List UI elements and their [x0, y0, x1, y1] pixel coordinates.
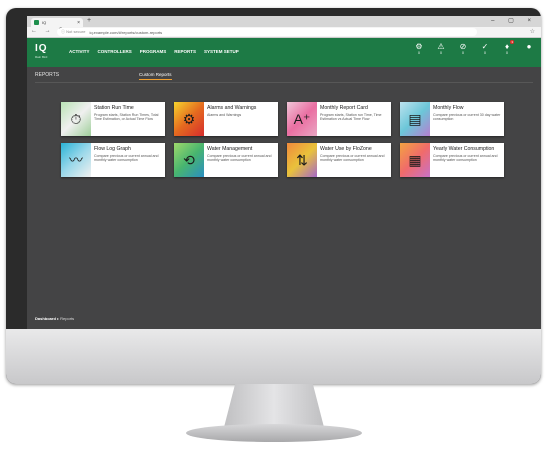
- alarm-icon: ⚠: [437, 42, 445, 51]
- favicon-icon: [34, 20, 39, 25]
- weather-count: 0: [418, 51, 420, 55]
- url-text: iq.example.com/#/reports/custom-reports: [89, 29, 163, 35]
- monitor-stand: [224, 384, 324, 426]
- card-description: Alarms and Warnings: [207, 113, 242, 117]
- status-count: 0: [484, 51, 486, 55]
- card-description: Compare previous or current 30 day water…: [433, 113, 501, 122]
- alarm-count: 0: [440, 51, 442, 55]
- alert-count: 0: [462, 51, 464, 55]
- tab-custom-reports[interactable]: Custom Reports: [139, 72, 172, 80]
- security-indicator[interactable]: ⓘ Not secure: [61, 29, 85, 35]
- header-icon-notification[interactable]: ♦ 3 0: [499, 40, 515, 56]
- status-icon: ✓: [481, 42, 489, 51]
- card-title: Monthly Flow: [433, 105, 464, 111]
- header-icon-alert[interactable]: ⊘ 0: [455, 42, 471, 56]
- divider: [35, 82, 533, 83]
- card-description: Compare previous or current annual and m…: [320, 154, 385, 163]
- notification-icon: ♦: [504, 42, 510, 51]
- weather-icon: ⚙: [415, 42, 423, 51]
- report-card-flow-log-graph[interactable]: 〰 Flow Log Graph Compare previous or curr…: [61, 143, 165, 177]
- alarm-gear-icon: ⚙: [182, 110, 196, 127]
- card-title: Monthly Report Card: [320, 105, 368, 111]
- main-nav: ACTIVITY CONTROLLERS PROGRAMS REPORTS SY…: [69, 49, 239, 54]
- new-tab-button[interactable]: +: [87, 17, 91, 24]
- nav-controllers[interactable]: CONTROLLERS: [98, 49, 132, 54]
- close-tab-icon[interactable]: ×: [77, 20, 80, 26]
- report-card-station-run-time[interactable]: ⏱ Station Run Time Program starts, Statio…: [61, 102, 165, 136]
- report-card-monthly-report-card[interactable]: A⁺ Monthly Report Card Program starts, St…: [287, 102, 391, 136]
- nav-system-setup[interactable]: SYSTEM SETUP: [204, 49, 239, 54]
- card-description: Program starts, Station Run Times, Total…: [94, 113, 159, 122]
- card-description: Program starts, Station run Time, Time E…: [320, 113, 382, 122]
- card-title: Yearly Water Consumption: [433, 146, 495, 152]
- card-description: Compare previous or current annual and m…: [94, 154, 159, 163]
- header-icon-user[interactable]: ●: [521, 42, 537, 56]
- water-management-icon: ⟲: [183, 151, 195, 168]
- nav-programs[interactable]: PROGRAMS: [140, 49, 167, 54]
- line-graph-icon: 〰: [69, 152, 83, 168]
- header-icon-weather[interactable]: ⚙ 0: [411, 42, 427, 56]
- monitor-chin: [6, 329, 541, 384]
- page-title: REPORTS: [35, 72, 60, 78]
- breadcrumb: Dashboard ▸ Reports: [35, 316, 74, 321]
- grade-icon: A⁺: [293, 110, 311, 127]
- card-title: Water Use by FloZone: [320, 146, 372, 152]
- report-card-water-management[interactable]: ⟲ Water Management Compare previous or cu…: [174, 143, 278, 177]
- header-icons: ⚙ 0 ⚠ 0 ⊘ 0 ✓ 0 ♦ 3 0 ●: [411, 40, 537, 56]
- address-bar-row: ← → C ⓘ Not secure iq.example.com/#/repo…: [27, 27, 541, 38]
- report-cards-grid: ⏱ Station Run Time Program starts, Statio…: [61, 102, 509, 177]
- tab-title: IQ: [42, 20, 47, 25]
- monitor-base: [186, 424, 362, 442]
- alert-icon: ⊘: [459, 42, 467, 51]
- app-header: IQ Rain Bird ACTIVITY CONTROLLERS PROGRA…: [27, 38, 541, 67]
- stopwatch-icon: ⏱: [70, 110, 82, 127]
- breadcrumb-separator-icon: ▸: [57, 316, 60, 321]
- notification-count: 0: [506, 51, 508, 55]
- card-title: Flow Log Graph: [94, 146, 131, 152]
- card-title: Station Run Time: [94, 105, 134, 111]
- logo[interactable]: IQ: [35, 43, 48, 54]
- calendar-icon: ▤: [408, 110, 422, 127]
- nav-reports[interactable]: REPORTS: [174, 49, 196, 54]
- report-card-alarms-warnings[interactable]: ⚙ Alarms and Warnings Alarms and Warnings: [174, 102, 278, 136]
- user-icon: ●: [526, 42, 532, 51]
- monitor-frame: IQ × + – ▢ × ← → C ⓘ Not secure iq.examp…: [6, 8, 541, 384]
- card-description: Compare previous or current annual and m…: [433, 154, 498, 163]
- flow-arrows-icon: ⇅: [296, 151, 308, 168]
- browser-tab[interactable]: IQ ×: [31, 18, 83, 27]
- breadcrumb-dashboard[interactable]: Dashboard: [35, 316, 56, 321]
- card-description: Compare previous or current annual and m…: [207, 154, 272, 163]
- notification-badge: 3: [510, 40, 514, 44]
- browser-tab-bar: IQ × + – ▢ ×: [27, 16, 541, 27]
- header-icon-status[interactable]: ✓ 0: [477, 42, 493, 56]
- card-title: Water Management: [207, 146, 253, 152]
- report-card-water-use-flozone[interactable]: ⇅ Water Use by FloZone Compare previous o…: [287, 143, 391, 177]
- bookmark-star-icon[interactable]: ☆: [530, 28, 535, 35]
- breadcrumb-current: Reports: [60, 316, 75, 321]
- url-input[interactable]: ⓘ Not secure iq.example.com/#/reports/cu…: [57, 28, 477, 36]
- report-card-monthly-flow[interactable]: ▤ Monthly Flow Compare previous or curren…: [400, 102, 504, 136]
- page-subheader: REPORTS Custom Reports: [27, 67, 541, 83]
- header-icon-alarm[interactable]: ⚠ 0: [433, 42, 449, 56]
- calendar-grid-icon: ▦: [408, 151, 422, 168]
- window-controls[interactable]: – ▢ ×: [491, 17, 537, 24]
- logo-subtitle: Rain Bird: [35, 55, 48, 59]
- nav-activity[interactable]: ACTIVITY: [69, 49, 90, 54]
- report-card-yearly-water-consumption[interactable]: ▦ Yearly Water Consumption Compare previo…: [400, 143, 504, 177]
- screen: IQ × + – ▢ × ← → C ⓘ Not secure iq.examp…: [27, 16, 541, 329]
- card-title: Alarms and Warnings: [207, 105, 257, 111]
